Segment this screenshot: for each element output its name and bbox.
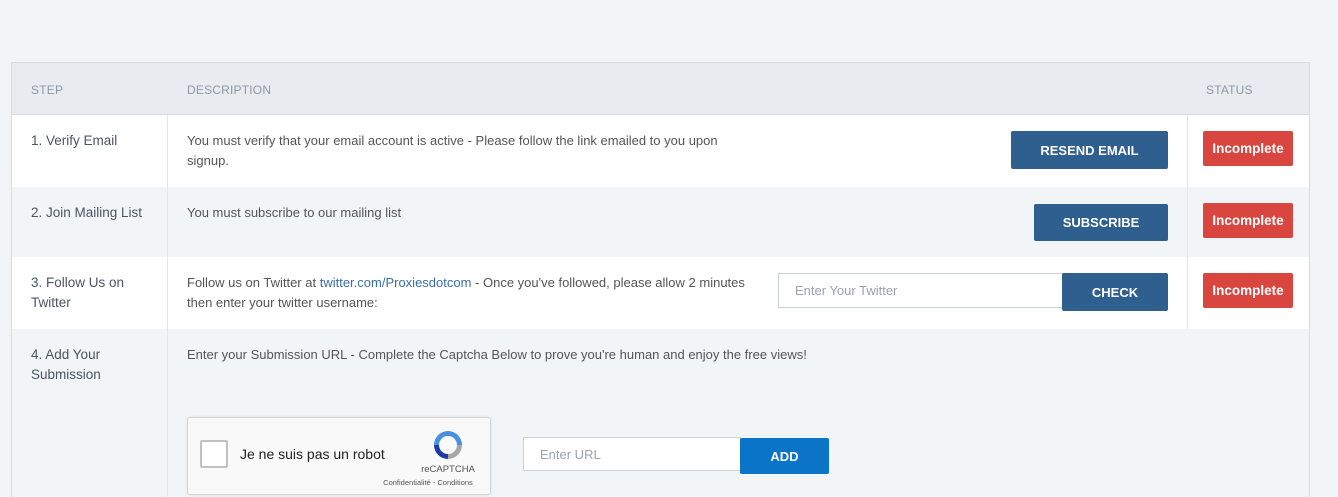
table-row-verify-email: 1. Verify Email You must verify that you… xyxy=(12,115,1309,187)
step-label: 2. Join Mailing List xyxy=(31,205,143,220)
add-button[interactable]: ADD xyxy=(740,438,829,474)
submission-url-input[interactable]: Enter URL xyxy=(523,437,741,471)
step-label: 3. Follow Us on Twitter xyxy=(31,275,125,310)
step-label: 1. Verify Email xyxy=(31,133,118,148)
recaptcha-icon xyxy=(434,431,462,459)
table-header: STEP DESCRIPTION STATUS xyxy=(12,63,1309,115)
header-status: STATUS xyxy=(1206,83,1253,97)
step-description: You must subscribe to our mailing list xyxy=(187,205,402,220)
check-button[interactable]: CHECK xyxy=(1062,273,1168,311)
column-divider xyxy=(1187,115,1188,329)
step-description: Enter your Submission URL - Complete the… xyxy=(187,347,807,362)
description-prefix: Follow us on Twitter at xyxy=(187,275,320,290)
status-badge: Incomplete xyxy=(1203,273,1293,308)
captcha-label: Je ne suis pas un robot xyxy=(240,446,385,462)
status-badge: Incomplete xyxy=(1203,203,1293,238)
table-row-join-mailing-list: 2. Join Mailing List You must subscribe … xyxy=(12,187,1309,257)
recaptcha-brand: reCAPTCHA xyxy=(421,464,475,475)
resend-email-button[interactable]: RESEND EMAIL xyxy=(1011,131,1168,169)
subscribe-button[interactable]: SUBSCRIBE xyxy=(1034,204,1168,241)
recaptcha-links[interactable]: Confidentialité - Conditions xyxy=(368,478,488,487)
status-badge: Incomplete xyxy=(1203,131,1293,166)
captcha-checkbox[interactable] xyxy=(200,440,228,468)
twitter-username-input[interactable]: Enter Your Twitter xyxy=(778,273,1063,308)
header-step: STEP xyxy=(31,83,64,97)
table-row-follow-twitter: 3. Follow Us on Twitter Follow us on Twi… xyxy=(12,257,1309,329)
twitter-link[interactable]: twitter.com/Proxiesdotcom xyxy=(320,275,472,290)
step-label: 4. Add Your Submission xyxy=(31,347,101,382)
step-description: Follow us on Twitter at twitter.com/Prox… xyxy=(187,273,747,313)
recaptcha-widget: Je ne suis pas un robot reCAPTCHA Confid… xyxy=(187,417,491,495)
column-divider xyxy=(167,115,168,497)
header-description: DESCRIPTION xyxy=(187,83,272,97)
step-description: You must verify that your email account … xyxy=(187,133,718,168)
